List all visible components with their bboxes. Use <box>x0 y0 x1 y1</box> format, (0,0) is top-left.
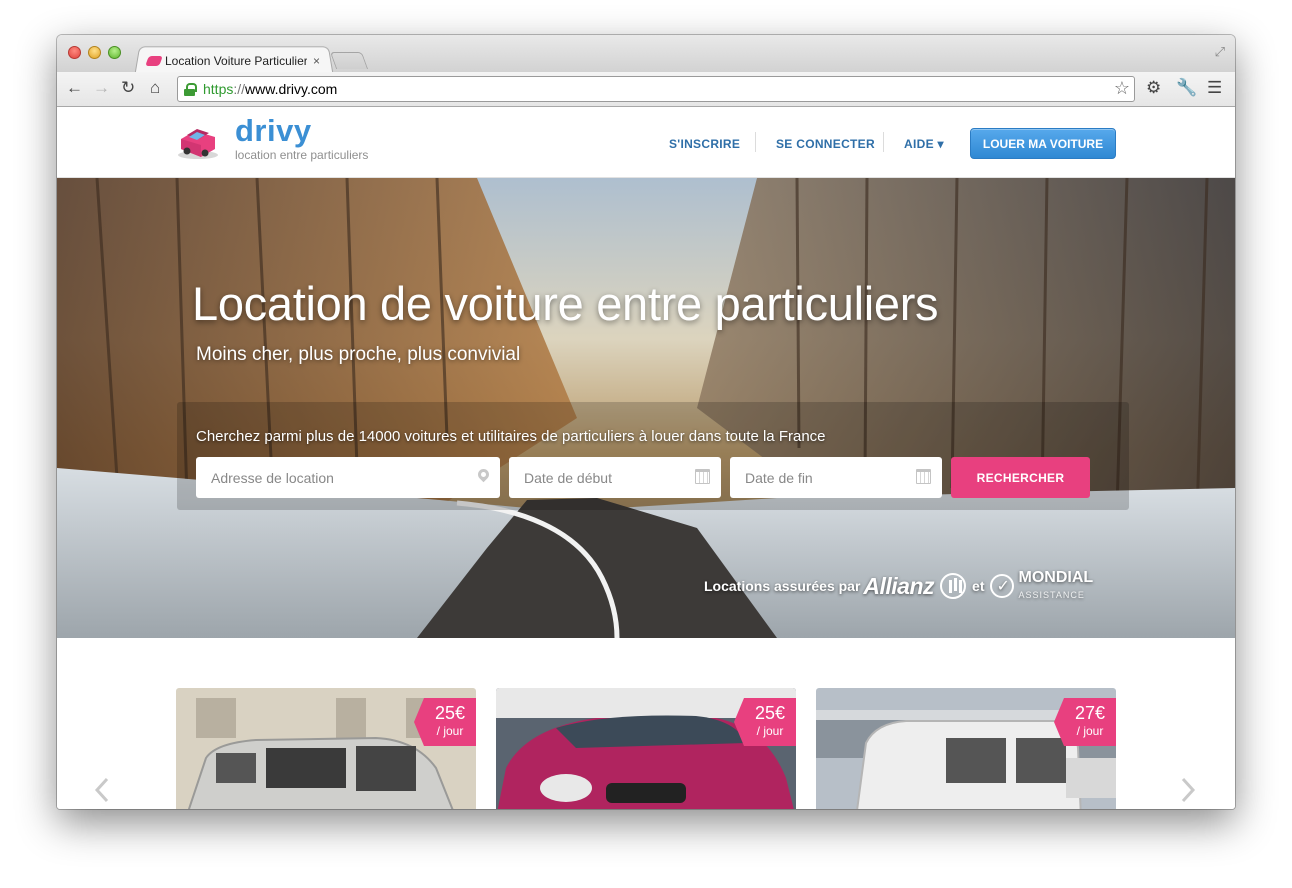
address-input[interactable]: Adresse de location <box>196 457 500 498</box>
calendar-icon[interactable] <box>695 469 710 484</box>
price-value: 25€ <box>754 703 786 723</box>
address-bar[interactable]: https://www.drivy.com ☆ <box>177 76 1135 102</box>
mondial-logo: MONDIAL ASSISTANCE <box>1018 570 1093 602</box>
price-unit: / jour <box>756 724 784 738</box>
mondial-logo-sub: ASSISTANCE <box>1018 590 1085 600</box>
url-separator: :// <box>233 81 246 97</box>
price-value: 25€ <box>434 703 466 723</box>
carousel-prev-icon[interactable] <box>91 775 113 805</box>
wrench-icon[interactable]: 🔧 <box>1176 78 1197 98</box>
fullscreen-icon[interactable]: ⤢ <box>1215 44 1225 60</box>
end-date-input[interactable]: Date de fin <box>730 457 942 498</box>
hero-subtitle: Moins cher, plus proche, plus convivial <box>196 344 521 365</box>
nav-help-label: AIDE ▾ <box>904 137 944 151</box>
logo-tagline: location entre particuliers <box>235 148 369 162</box>
home-icon[interactable]: ⌂ <box>150 78 160 98</box>
title-bar: Location Voiture Particuliers × ⤢ <box>57 35 1235 74</box>
search-button[interactable]: RECHERCHER <box>951 457 1090 498</box>
forward-icon[interactable]: → <box>93 78 110 98</box>
url-text: https://www.drivy.com <box>203 81 337 97</box>
price-tag: 25€ / jour <box>414 698 476 746</box>
nav-divider <box>755 132 756 152</box>
end-date-placeholder: Date de fin <box>745 469 813 486</box>
tab-close-icon[interactable]: × <box>313 54 320 68</box>
price-unit: / jour <box>436 724 464 738</box>
browser-tab-content[interactable]: Location Voiture Particuliers × <box>145 50 327 72</box>
car-card[interactable]: 25€ / jour <box>496 688 796 809</box>
back-icon[interactable]: ← <box>66 78 83 98</box>
tab-title: Location Voiture Particuliers <box>165 54 307 68</box>
logo-car-icon[interactable] <box>175 121 221 161</box>
new-tab-button[interactable] <box>329 52 369 69</box>
car-card[interactable]: 25€ / jour <box>176 688 476 809</box>
start-date-input[interactable]: Date de début <box>509 457 721 498</box>
start-date-placeholder: Date de début <box>524 469 612 486</box>
page-viewport: drivy location entre particuliers S'INSC… <box>57 107 1235 809</box>
price-unit: / jour <box>1076 724 1104 738</box>
minimize-window-icon[interactable] <box>88 46 101 59</box>
location-pin-icon <box>475 466 492 483</box>
address-placeholder: Adresse de location <box>211 469 334 486</box>
price-tag: 27€ / jour <box>1054 698 1116 746</box>
car-card[interactable]: 27€ / jour <box>816 688 1116 809</box>
insurance-text: Locations assurées par <box>704 578 861 594</box>
insurance-partners: Locations assurées par Allianz et MONDIA… <box>704 570 1093 602</box>
price-value: 27€ <box>1074 703 1106 723</box>
allianz-emblem-icon <box>940 573 967 599</box>
browser-toolbar: ← → ↻ ⌂ https://www.drivy.com ☆ ⚙ 🔧 ☰ <box>57 72 1235 107</box>
calendar-icon[interactable] <box>916 469 931 484</box>
hero-title: Location de voiture entre particuliers <box>192 277 939 330</box>
url-scheme: https <box>203 81 234 97</box>
zoom-window-icon[interactable] <box>108 46 121 59</box>
favicon-icon <box>145 56 163 66</box>
nav-login[interactable]: SE CONNECTER <box>776 137 875 151</box>
insurance-and: et <box>972 578 985 594</box>
search-intro: Cherchez parmi plus de 14000 voitures et… <box>196 428 826 445</box>
logo-wordmark[interactable]: drivy <box>235 113 312 149</box>
allianz-logo: Allianz <box>863 572 935 599</box>
nav-help-dropdown[interactable]: AIDE ▾ <box>904 137 944 151</box>
mondial-logo-name: MONDIAL <box>1018 569 1094 586</box>
hero-banner: Location de voiture entre particuliers M… <box>57 178 1235 638</box>
nav-signup[interactable]: S'INSCRIRE <box>669 137 740 151</box>
carousel-next-icon[interactable] <box>1177 775 1199 805</box>
browser-window: Location Voiture Particuliers × ⤢ ← → ↻ … <box>57 35 1235 809</box>
reload-icon[interactable]: ↻ <box>121 78 135 98</box>
gear-icon[interactable]: ⚙ <box>1146 78 1161 98</box>
mondial-emblem-icon <box>990 574 1015 598</box>
url-host: www.drivy.com <box>245 81 338 97</box>
nav-signup-label: S'INSCRIRE <box>669 137 741 151</box>
price-tag: 25€ / jour <box>734 698 796 746</box>
lock-icon <box>184 82 197 96</box>
menu-icon[interactable]: ☰ <box>1207 78 1222 98</box>
bookmark-star-icon[interactable]: ☆ <box>1114 78 1130 99</box>
site-header: drivy location entre particuliers S'INSC… <box>57 107 1235 178</box>
nav-divider <box>883 132 884 152</box>
close-window-icon[interactable] <box>68 46 81 59</box>
rent-my-car-button[interactable]: LOUER MA VOITURE <box>970 128 1116 159</box>
nav-login-label: SE CONNECTER <box>776 137 875 151</box>
